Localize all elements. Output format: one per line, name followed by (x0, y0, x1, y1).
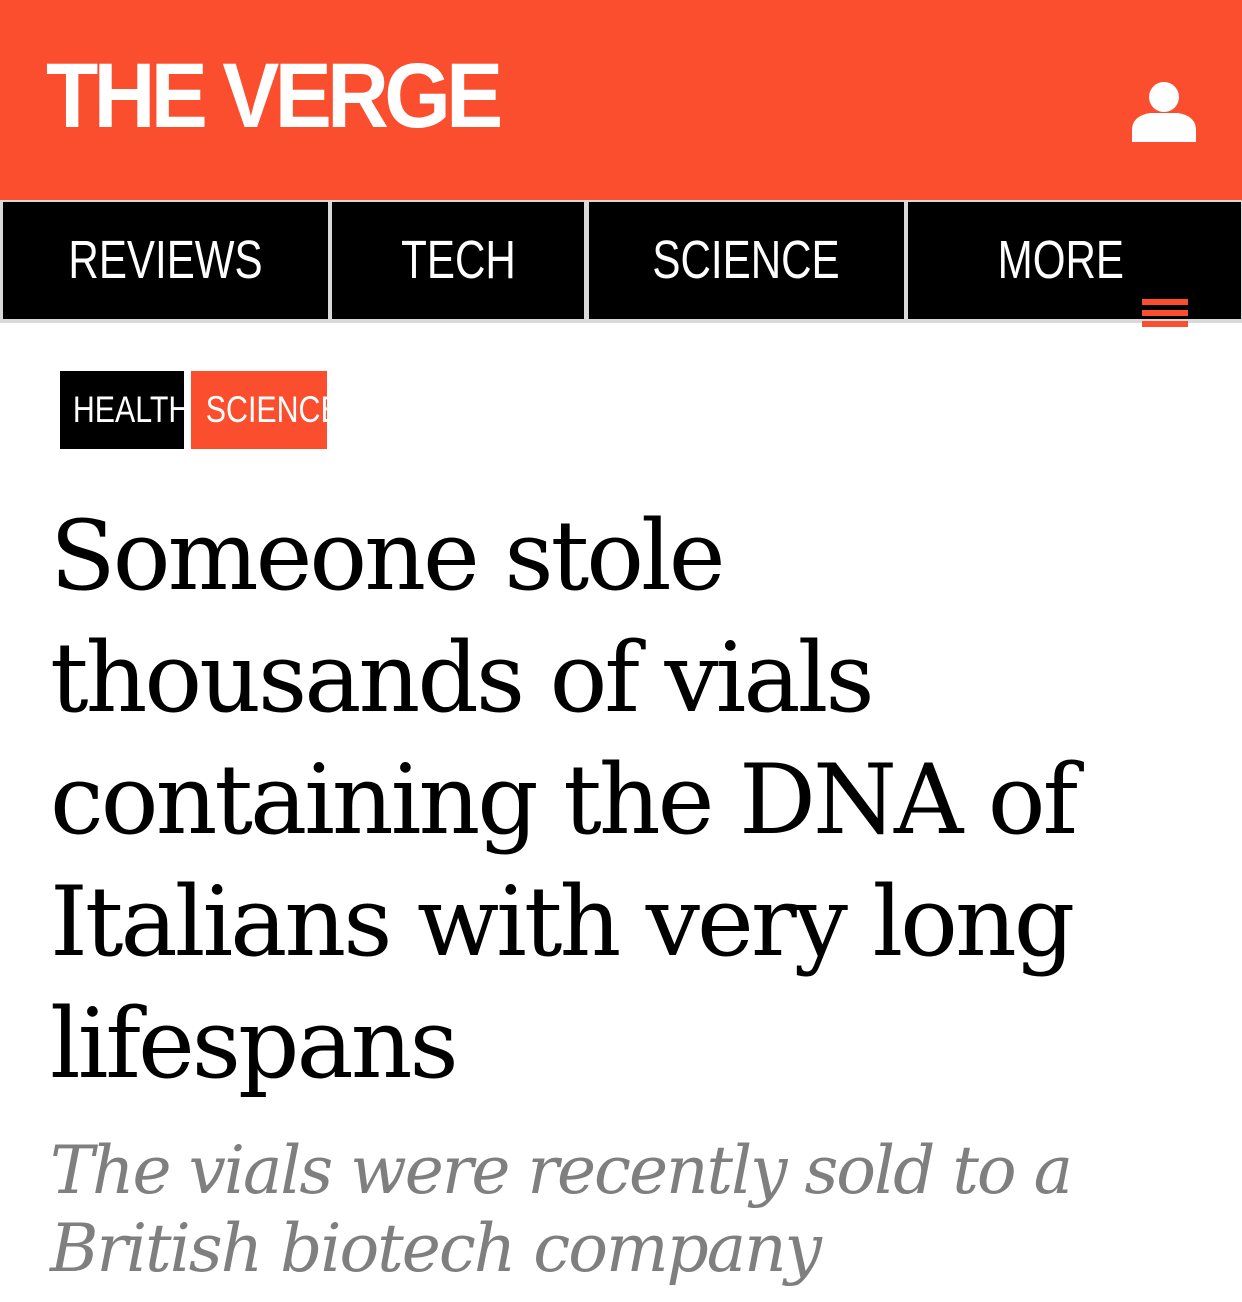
nav-item-label: MORE (997, 230, 1124, 290)
article-headline: Someone stole thousands of vials contain… (50, 500, 1078, 1100)
site-header: THE VERGE (0, 0, 1242, 200)
nav-item-label: TECH (400, 230, 516, 290)
hamburger-menu-icon (1141, 251, 1188, 327)
nav-item-more[interactable]: MORE (908, 202, 1241, 327)
tag-label: HEALTH (72, 389, 191, 430)
tag-health[interactable]: HEALTH (60, 371, 190, 449)
user-icon[interactable] (1128, 80, 1200, 144)
nav-item-label: REVIEWS (68, 230, 263, 290)
tag-science[interactable]: SCIENCE (191, 371, 341, 449)
main-nav: REVIEWS TECH SCIENCE MORE (0, 200, 1242, 327)
nav-item-reviews[interactable]: REVIEWS (3, 202, 328, 319)
tag-label: SCIENCE (205, 389, 341, 430)
nav-item-science[interactable]: SCIENCE (589, 202, 904, 319)
nav-item-label: SCIENCE (652, 230, 841, 290)
article-dek: The vials were recently sold to a Britis… (50, 1132, 1073, 1287)
site-logo[interactable]: THE VERGE (46, 50, 503, 142)
nav-item-tech[interactable]: TECH (332, 202, 584, 319)
